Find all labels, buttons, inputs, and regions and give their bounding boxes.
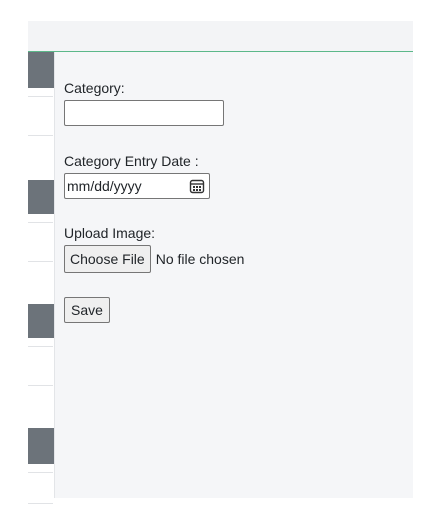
sidebar-block[interactable]: [28, 52, 54, 88]
choose-file-button[interactable]: Choose File: [64, 245, 151, 273]
category-form: Category: Category Entry Date : mm/dd/yy…: [64, 80, 244, 323]
sidebar-block[interactable]: [28, 180, 54, 214]
save-button[interactable]: Save: [64, 297, 110, 323]
sidebar-item[interactable]: [28, 96, 53, 136]
category-label: Category:: [64, 80, 125, 96]
upload-image-label: Upload Image:: [64, 225, 156, 241]
file-status-text: No file chosen: [155, 251, 245, 267]
top-bar: [28, 21, 413, 52]
calendar-icon[interactable]: [189, 178, 205, 194]
main-panel: Category: Category Entry Date : mm/dd/yy…: [55, 52, 413, 498]
sidebar-item[interactable]: [28, 346, 53, 386]
sidebar-item[interactable]: [28, 472, 53, 504]
category-entry-date-input[interactable]: mm/dd/yyyy: [64, 173, 210, 199]
sidebar-block[interactable]: [28, 304, 54, 338]
file-upload-field: Choose File No file chosen: [64, 245, 244, 273]
sidebar: [28, 52, 55, 504]
category-input[interactable]: [64, 100, 224, 126]
category-entry-date-label: Category Entry Date :: [64, 153, 199, 169]
date-placeholder: mm/dd/yyyy: [67, 178, 142, 194]
sidebar-block[interactable]: [28, 428, 54, 464]
sidebar-item[interactable]: [28, 222, 53, 262]
